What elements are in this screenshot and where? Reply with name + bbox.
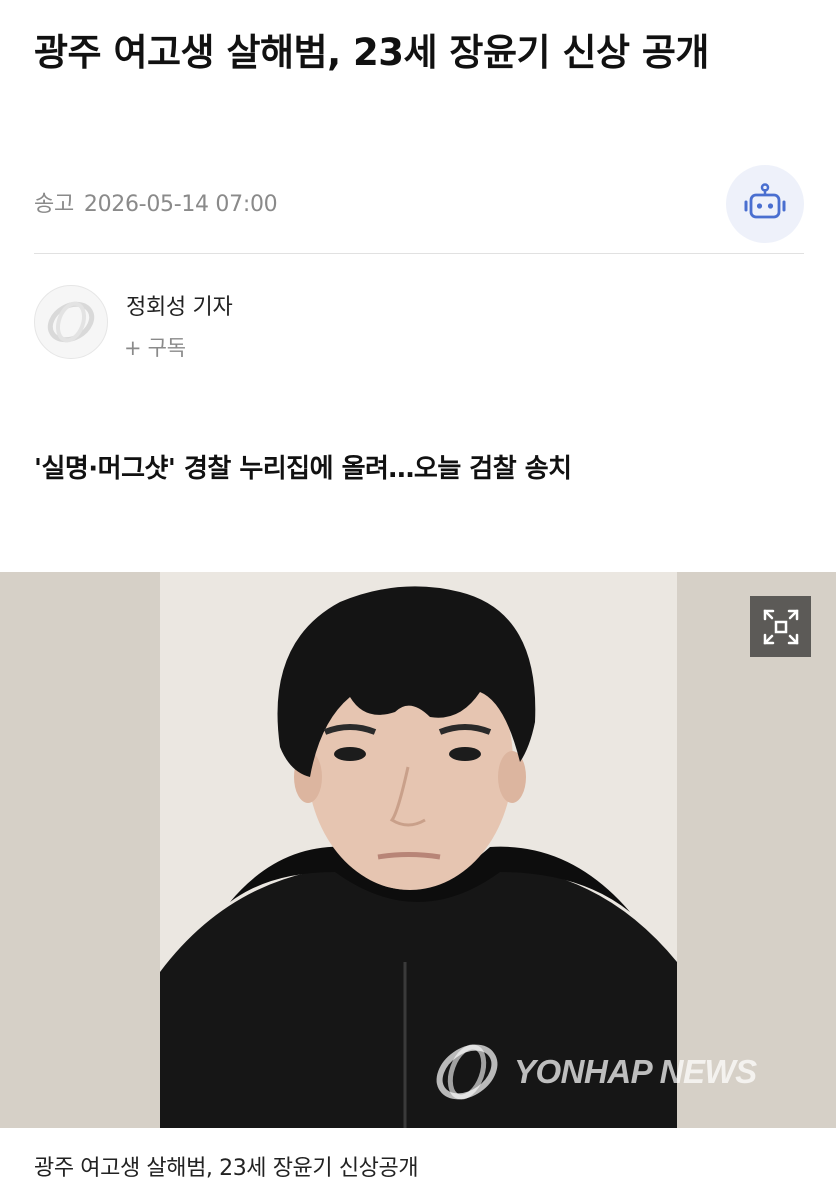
photo-caption: 광주 여고생 살해범, 23세 장윤기 신상공개	[34, 1156, 419, 1181]
meta-divider	[34, 253, 804, 254]
ai-bot-button[interactable]	[726, 165, 804, 243]
article-headline: 광주 여고생 살해범, 23세 장윤기 신상 공개	[34, 31, 709, 74]
article-meta: 송고 2026-05-14 07:00	[34, 186, 278, 218]
article-subheadline: '실명·머그샷' 경찰 누리집에 올려…오늘 검찰 송치	[34, 454, 572, 484]
publish-datetime: 2026-05-14 07:00	[83, 192, 278, 217]
reporter-name[interactable]: 정회성 기자	[126, 289, 233, 321]
expand-icon	[763, 609, 798, 644]
watermark-text: YONHAP NEWS	[514, 1053, 757, 1090]
yonhap-logo-icon	[47, 301, 95, 343]
yonhap-watermark-logo-icon	[436, 1044, 498, 1100]
yonhap-watermark: YONHAP NEWS	[428, 1032, 828, 1112]
subscribe-button[interactable]: + 구독	[124, 332, 186, 362]
robot-icon	[744, 183, 786, 219]
expand-image-button[interactable]	[750, 596, 811, 657]
publish-label: 송고	[34, 192, 74, 217]
reporter-avatar[interactable]	[34, 285, 108, 359]
